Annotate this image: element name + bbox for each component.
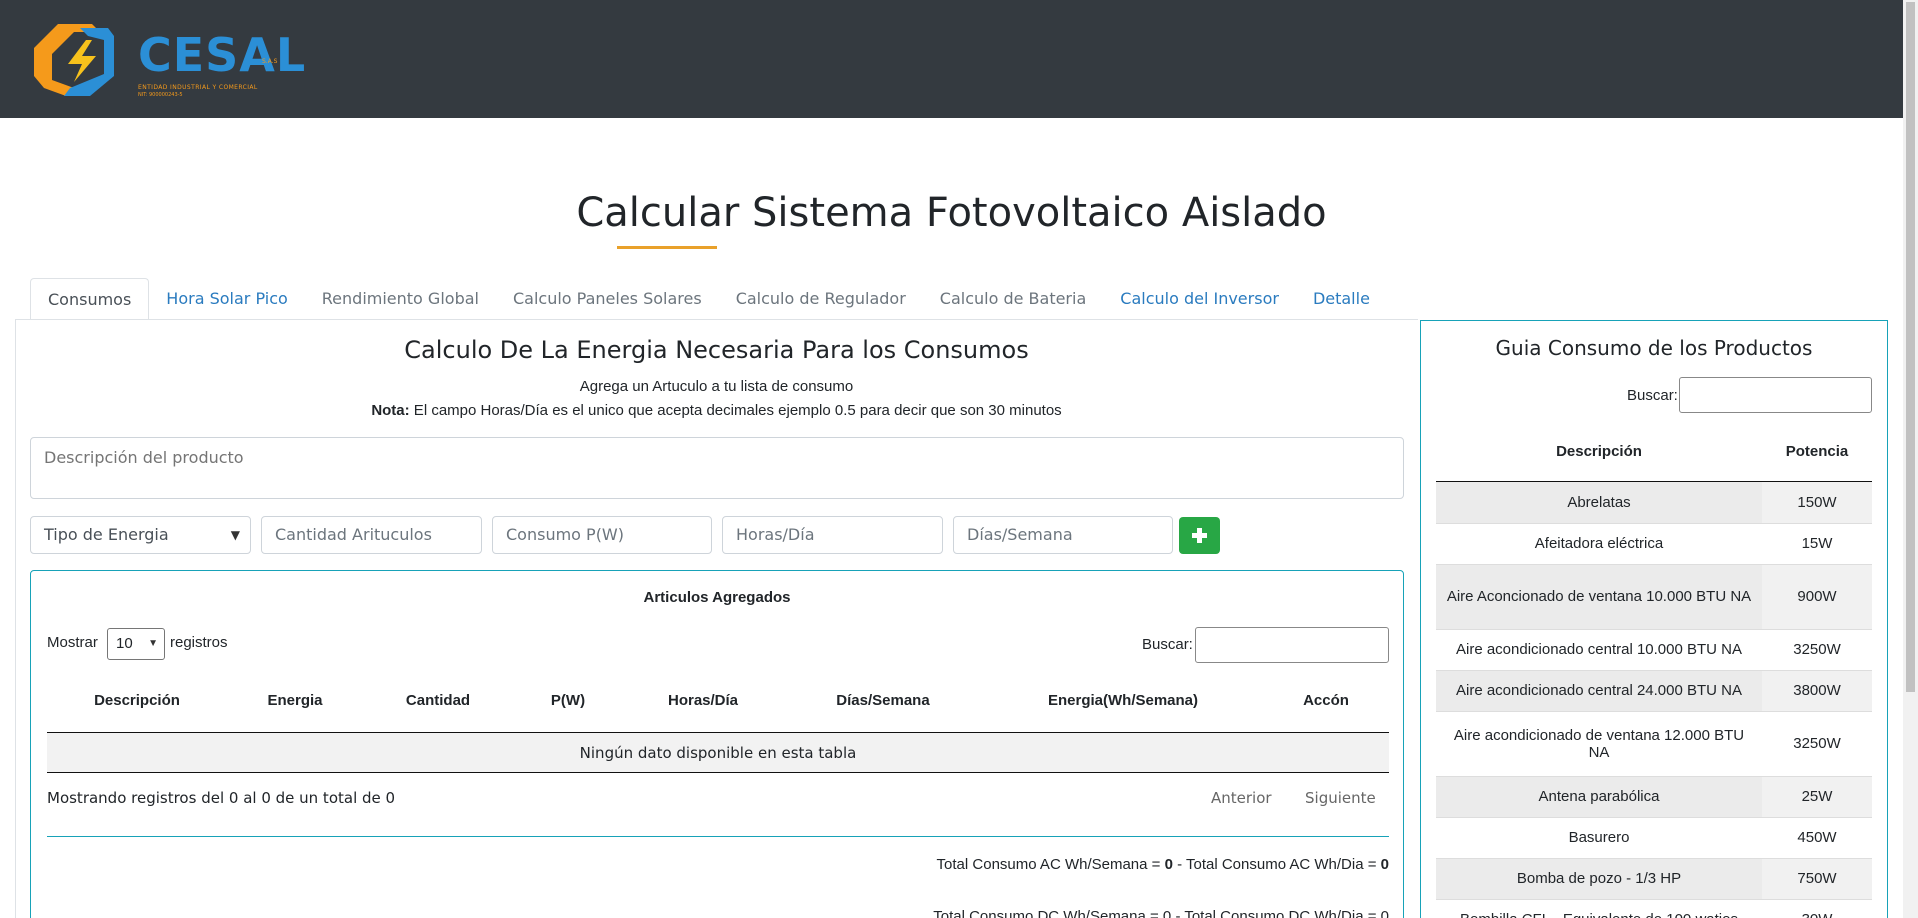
guide-desc-cell: Aire Aconcionado de ventana 10.000 BTU N… <box>1436 564 1762 630</box>
show-entries-label: Mostrar <box>47 634 98 651</box>
guide-desc-cell: Bombilla CFL - Equivalente de 100 watios <box>1436 899 1762 918</box>
page-title: Calcular Sistema Fotovoltaico Aislado <box>576 190 1327 236</box>
items-search-label: Buscar: <box>1142 636 1193 653</box>
guide-desc-cell: Aire acondicionado central 10.000 BTU NA <box>1436 629 1762 671</box>
guide-desc-cell: Bomba de pozo - 1/3 HP <box>1436 858 1762 900</box>
tab-calculo-paneles[interactable]: Calculo Paneles Solares <box>496 278 719 320</box>
energy-type-selected: Tipo de Energia <box>44 525 169 544</box>
title-underline <box>617 246 717 249</box>
guide-desc-cell: Antena parabólica <box>1436 776 1762 818</box>
table-row[interactable]: Afeitadora eléctrica 15W <box>1436 523 1872 565</box>
logo-bolt-icon <box>34 24 114 96</box>
col-descripcion[interactable]: Descripción <box>47 692 227 709</box>
tab-hora-solar-pico[interactable]: Hora Solar Pico <box>149 278 304 320</box>
table-row[interactable]: Bombilla CFL - Equivalente de 100 watios… <box>1436 899 1872 918</box>
total-separator: - <box>1172 856 1186 873</box>
tab-calculo-regulador[interactable]: Calculo de Regulador <box>719 278 923 320</box>
add-item-button[interactable] <box>1179 517 1220 554</box>
section-subtitle: Agrega un Artuculo a tu lista de consumo <box>579 378 854 395</box>
col-cantidad[interactable]: Cantidad <box>363 692 513 709</box>
product-guide-table: Abrelatas 150W Afeitadora eléctrica 15W Ai… <box>1436 482 1872 918</box>
chevron-down-icon: ▼ <box>230 528 240 542</box>
table-row[interactable]: Aire Aconcionado de ventana 10.000 BTU N… <box>1436 564 1872 630</box>
totals-divider <box>47 836 1389 837</box>
total-ac-day-value: 0 <box>1380 856 1389 873</box>
previous-page-button[interactable]: Anterior <box>1211 789 1272 807</box>
guide-desc-cell: Abrelatas <box>1436 482 1762 524</box>
table-row[interactable]: Bomba de pozo - 1/3 HP 750W <box>1436 858 1872 900</box>
guide-power-cell: 3800W <box>1762 670 1872 712</box>
chevron-down-icon: ▼ <box>148 638 158 649</box>
total-ac-week-label: Total Consumo AC Wh/Semana = <box>936 856 1165 873</box>
cesal-logo[interactable]: CESAL S.A.S ENTIDAD INDUSTRIAL Y COMERCI… <box>30 18 305 100</box>
guide-power-cell: 15W <box>1762 523 1872 565</box>
tab-detalle[interactable]: Detalle <box>1296 278 1387 320</box>
tab-consumos[interactable]: Consumos <box>30 278 150 320</box>
items-search-input[interactable] <box>1195 627 1389 663</box>
product-description-input[interactable] <box>30 437 1404 499</box>
table-info: Mostrando registros del 0 al 0 de un tot… <box>47 789 396 807</box>
total-dc-summary: Total Consumo DC Wh/Semana = 0 - Total C… <box>933 908 1389 918</box>
guide-power-cell: 25W <box>1762 776 1872 818</box>
col-accion[interactable]: Accón <box>1263 692 1389 709</box>
guide-power-cell: 3250W <box>1762 711 1872 777</box>
guide-power-cell: 30W <box>1762 899 1872 918</box>
col-energia-wh-semana[interactable]: Energia(Wh/Semana) <box>983 692 1263 709</box>
total-ac-week-value: 0 <box>1164 856 1173 873</box>
show-entries-value: 10 <box>116 635 133 652</box>
show-entries-suffix: registros <box>170 634 228 651</box>
guide-title: Guia Consumo de los Productos <box>1495 336 1813 360</box>
guide-power-cell: 150W <box>1762 482 1872 524</box>
tab-calculo-inversor[interactable]: Calculo del Inversor <box>1103 278 1296 320</box>
col-horas-dia[interactable]: Horas/Día <box>623 692 783 709</box>
show-entries-select[interactable]: 10 ▼ <box>107 628 165 660</box>
guide-col-descripcion[interactable]: Descripción <box>1436 443 1762 460</box>
guide-power-cell: 450W <box>1762 817 1872 859</box>
col-dias-semana[interactable]: Días/Semana <box>783 692 983 709</box>
section-title: Calculo De La Energia Necesaria Para los… <box>404 336 1029 364</box>
logo-nit: NIT: 900000243-5 <box>138 92 183 98</box>
plus-icon-vertical <box>1197 528 1202 543</box>
page-scrollbar[interactable] <box>1903 0 1918 918</box>
empty-table-row: Ningún dato disponible en esta tabla <box>47 733 1389 773</box>
table-row[interactable]: Abrelatas 150W <box>1436 482 1872 524</box>
guide-desc-cell: Basurero <box>1436 817 1762 859</box>
note-label: Nota: <box>371 402 410 419</box>
quantity-input[interactable]: Cantidad Arituculos <box>261 516 482 554</box>
table-row[interactable]: Aire acondicionado central 24.000 BTU NA… <box>1436 670 1872 712</box>
note-text: Nota: El campo Horas/Día es el unico que… <box>15 402 1418 419</box>
col-pw[interactable]: P(W) <box>513 692 623 709</box>
next-page-button[interactable]: Siguiente <box>1305 789 1376 807</box>
guide-power-cell: 900W <box>1762 564 1872 630</box>
consumption-input[interactable]: Consumo P(W) <box>492 516 712 554</box>
tab-bar: Consumos Hora Solar Pico Rendimiento Glo… <box>30 278 1387 320</box>
total-ac-summary: Total Consumo AC Wh/Semana = 0 - Total C… <box>937 856 1389 873</box>
guide-desc-cell: Aire acondicionado de ventana 12.000 BTU… <box>1436 711 1762 777</box>
top-navbar: CESAL S.A.S ENTIDAD INDUSTRIAL Y COMERCI… <box>0 0 1903 118</box>
added-items-title: Articulos Agregados <box>643 589 791 606</box>
col-energia[interactable]: Energia <box>227 692 363 709</box>
guide-search-input[interactable] <box>1679 377 1872 413</box>
logo-suffix: S.A.S <box>262 58 278 65</box>
note-body: El campo Horas/Día es el unico que acept… <box>409 402 1062 419</box>
table-row[interactable]: Basurero 450W <box>1436 817 1872 859</box>
guide-power-cell: 3250W <box>1762 629 1872 671</box>
logo-wordmark: CESAL <box>138 28 307 82</box>
total-ac-day-label: Total Consumo AC Wh/Dia = <box>1185 856 1381 873</box>
guide-desc-cell: Afeitadora eléctrica <box>1436 523 1762 565</box>
guide-desc-cell: Aire acondicionado central 24.000 BTU NA <box>1436 670 1762 712</box>
scrollbar-thumb[interactable] <box>1906 2 1915 692</box>
tab-rendimiento-global[interactable]: Rendimiento Global <box>305 278 496 320</box>
table-row[interactable]: Antena parabólica 25W <box>1436 776 1872 818</box>
guide-col-potencia[interactable]: Potencia <box>1762 443 1872 460</box>
guide-power-cell: 750W <box>1762 858 1872 900</box>
table-row[interactable]: Aire acondicionado de ventana 12.000 BTU… <box>1436 711 1872 777</box>
days-per-week-input[interactable]: Días/Semana <box>953 516 1173 554</box>
tab-calculo-bateria[interactable]: Calculo de Bateria <box>923 278 1104 320</box>
hours-per-day-input[interactable]: Horas/Día <box>722 516 943 554</box>
energy-type-select[interactable]: Tipo de Energia ▼ <box>30 516 251 554</box>
table-row[interactable]: Aire acondicionado central 10.000 BTU NA… <box>1436 629 1872 671</box>
guide-search-label: Buscar: <box>1627 387 1678 404</box>
logo-tagline: ENTIDAD INDUSTRIAL Y COMERCIAL <box>138 84 258 91</box>
